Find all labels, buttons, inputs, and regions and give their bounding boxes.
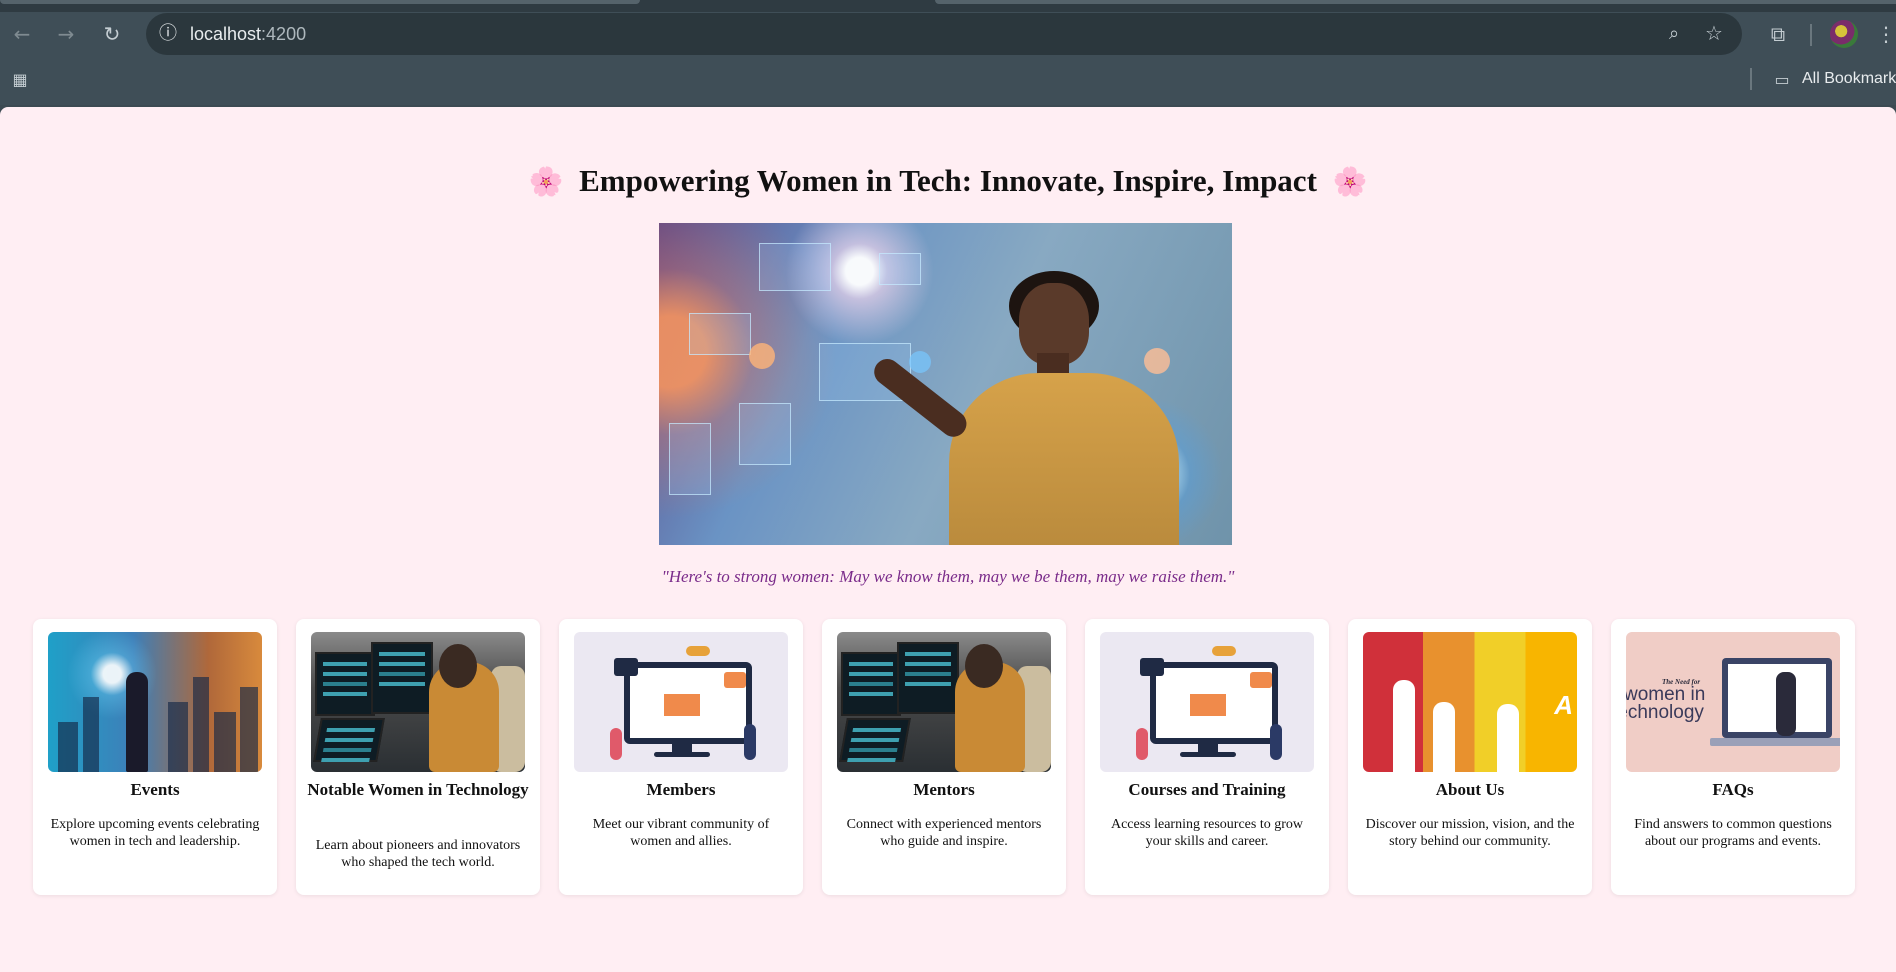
bookmarks-bar: ▦ ▭ All Bookmarks [0,62,1896,98]
url-host: localhost [190,24,262,44]
members-thumbnail [574,632,788,772]
site-info-icon[interactable]: ⓘ [156,22,180,46]
card-courses[interactable]: Courses and Training Access learning res… [1085,619,1329,895]
card-title: Courses and Training [1128,780,1286,799]
card-grid: Events Explore upcoming events celebrati… [33,619,1861,895]
card-description: Learn about pioneers and innovators who … [315,838,521,870]
card-members[interactable]: Members Meet our vibrant community of wo… [559,619,803,895]
faqs-thumbnail: The Need for women intechnology [1626,632,1840,772]
zoom-icon[interactable]: ⌕ [1662,22,1686,46]
page-headline: 🌸 Empowering Women in Tech: Innovate, In… [0,163,1896,199]
card-notable-women[interactable]: Notable Women in Technology Learn about … [296,619,540,895]
flower-icon: 🌸 [1332,167,1368,198]
url-text[interactable]: localhost:4200 [190,24,306,45]
card-title: Members [646,780,716,799]
card-description: Find answers to common questions about o… [1634,817,1832,849]
bokeh-light [909,351,931,373]
folder-icon[interactable]: ▭ [1771,69,1793,91]
hero-person-body [949,373,1179,545]
apps-grid-icon[interactable]: ▦ [8,68,32,92]
inspirational-quote: "Here's to strong women: May we know the… [661,567,1235,586]
tab[interactable] [935,0,1896,4]
bookmarks-divider [1750,68,1752,90]
star-icon[interactable]: ☆ [1702,21,1726,45]
toolbar-divider [1810,24,1812,46]
flower-icon: 🌸 [528,167,564,198]
hologram-panel [739,403,791,465]
card-events[interactable]: Events Explore upcoming events celebrati… [33,619,277,895]
tab-strip [0,0,1896,12]
hologram-panel [669,423,711,495]
card-title: Notable Women in Technology [307,780,529,799]
faq-thumb-heading: women intechnology [1626,685,1705,723]
address-bar[interactable]: ⓘ localhost:4200 ⌕ ☆ [146,13,1742,55]
card-title: Events [130,780,180,799]
card-description: Access learning resources to grow your s… [1110,817,1304,849]
card-faqs[interactable]: The Need for women intechnology FAQs Fin… [1611,619,1855,895]
about-us-thumbnail: A [1363,632,1577,772]
bokeh-light [749,343,775,369]
puzzle-piece-icon[interactable]: ⧉ [1762,18,1794,50]
page-content: 🌸 Empowering Women in Tech: Innovate, In… [0,107,1896,972]
courses-thumbnail [1100,632,1314,772]
hologram-panel [689,313,751,355]
card-description: Explore upcoming events celebrating wome… [50,817,260,849]
card-description: Connect with experienced mentors who gui… [846,817,1042,849]
card-about-us[interactable]: A About Us Discover our mission, vision,… [1348,619,1592,895]
forward-arrow-icon[interactable]: → [50,18,82,50]
person-silhouette [126,672,148,772]
notable-women-thumbnail [311,632,525,772]
headline-text: Empowering Women in Tech: Innovate, Insp… [579,163,1317,198]
hero-image [659,223,1232,545]
card-title: About Us [1435,780,1505,799]
card-description: Meet our vibrant community of women and … [592,817,770,849]
profile-avatar[interactable] [1830,20,1858,48]
kebab-menu-icon[interactable]: ⋮ [1876,18,1896,50]
card-mentors[interactable]: Mentors Connect with experienced mentors… [822,619,1066,895]
reload-icon[interactable]: ↻ [96,18,128,50]
url-port: :4200 [261,24,307,44]
bokeh-light [1144,348,1170,374]
mentors-thumbnail [837,632,1051,772]
browser-chrome: ← → ↻ ⓘ localhost:4200 ⌕ ☆ ⧉ ⋮ ▦ ▭ All B… [0,0,1896,105]
faq-thumb-line: technology [1626,702,1704,723]
card-title: Mentors [913,780,975,799]
hologram-panel [879,253,921,285]
card-description: Discover our mission, vision, and the st… [1365,817,1575,849]
about-thumb-letter: A [1554,690,1573,720]
events-thumbnail [48,632,262,772]
card-title: FAQs [1712,780,1754,799]
browser-toolbar: ← → ↻ ⓘ localhost:4200 ⌕ ☆ ⧉ ⋮ [0,12,1896,56]
all-bookmarks-link[interactable]: All Bookmarks [1802,70,1896,88]
back-arrow-icon[interactable]: ← [6,18,38,50]
tab[interactable] [0,0,640,4]
hologram-panel [759,243,831,291]
